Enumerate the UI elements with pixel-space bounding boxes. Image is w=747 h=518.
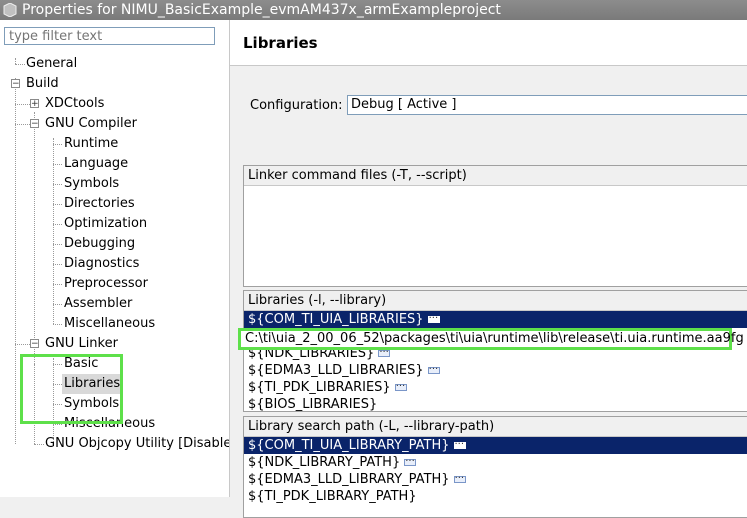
tree-item-assembler[interactable]: Assembler (64, 294, 132, 314)
expand-icon[interactable]: + (30, 99, 39, 109)
highlight-box (20, 354, 123, 424)
more-icon[interactable] (394, 378, 407, 395)
tree-item-language[interactable]: Language (64, 154, 128, 174)
page-header: Libraries (230, 20, 747, 66)
collapse-icon[interactable]: − (30, 339, 39, 349)
window-titlebar: Properties for NIMU_BasicExample_evmAM43… (0, 0, 747, 20)
property-tree-pane: General − Build + XDCtools − GNU Compile… (0, 20, 230, 497)
more-icon[interactable] (453, 470, 466, 487)
filter-input[interactable] (4, 27, 215, 45)
tree-item-gnu-compiler[interactable]: GNU Compiler (45, 114, 137, 134)
tree-item-optimization[interactable]: Optimization (64, 214, 147, 234)
tree-item-build[interactable]: Build (26, 74, 59, 94)
list-item[interactable]: ${EDMA3_LLD_LIBRARY_PATH} (244, 470, 747, 488)
list-item[interactable]: ${EDMA3_LLD_LIBRARIES} (244, 361, 747, 379)
highlighted-library-item[interactable]: C:\ti\uia_2_00_06_52\packages\ti\uia\run… (238, 328, 744, 350)
linker-command-files-header: Linker command files (-T, --script) (244, 166, 747, 186)
tree-item-miscellaneous[interactable]: Miscellaneous (64, 314, 155, 334)
linker-command-files-panel: Linker command files (-T, --script) (243, 165, 747, 287)
tree-item-runtime[interactable]: Runtime (64, 134, 118, 154)
list-item[interactable]: ${TI_PDK_LIBRARIES} (244, 378, 747, 396)
tree-item-symbols[interactable]: Symbols (64, 174, 119, 194)
list-item[interactable]: ${BIOS_LIBRARIES} (244, 396, 747, 411)
window-title: Properties for NIMU_BasicExample_evmAM43… (22, 2, 501, 18)
tree-item-xdctools[interactable]: XDCtools (45, 94, 104, 114)
list-item[interactable]: ${NDK_LIBRARY_PATH} (244, 453, 747, 471)
tree-item-gnu-objcopy[interactable]: GNU Objcopy Utility [Disabled] (45, 434, 229, 454)
more-icon[interactable] (404, 453, 417, 470)
libraries-header: Libraries (-l, --library) (244, 291, 747, 311)
library-search-path-header: Library search path (-L, --library-path) (244, 417, 747, 437)
tree-item-directories[interactable]: Directories (64, 194, 135, 214)
properties-icon (3, 3, 17, 17)
configuration-select[interactable]: Debug [ Active ] (347, 95, 747, 115)
configuration-label: Configuration: (250, 98, 343, 113)
list-item[interactable]: ${COM_TI_UIA_LIBRARY_PATH} (244, 436, 747, 454)
tree-item-debugging[interactable]: Debugging (64, 234, 135, 254)
library-search-path-panel: Library search path (-L, --library-path)… (243, 416, 747, 518)
more-icon[interactable] (427, 310, 440, 327)
more-icon[interactable] (427, 361, 440, 378)
tree-item-gnu-linker[interactable]: GNU Linker (45, 334, 118, 354)
libraries-panel: Libraries (-l, --library) ${COM_TI_UIA_L… (243, 290, 747, 412)
collapse-icon[interactable]: − (30, 119, 39, 129)
tree-item-diagnostics[interactable]: Diagnostics (64, 254, 139, 274)
list-item[interactable]: ${COM_TI_UIA_LIBRARIES} (244, 310, 747, 328)
collapse-icon[interactable]: − (11, 79, 20, 89)
page-title: Libraries (243, 34, 318, 52)
libraries-page: Libraries Configuration: Debug [ Active … (230, 20, 747, 518)
more-icon[interactable] (453, 436, 466, 453)
tree-item-preprocessor[interactable]: Preprocessor (64, 274, 148, 294)
tree-item-general[interactable]: General (26, 54, 77, 74)
more-icon[interactable] (378, 344, 391, 361)
